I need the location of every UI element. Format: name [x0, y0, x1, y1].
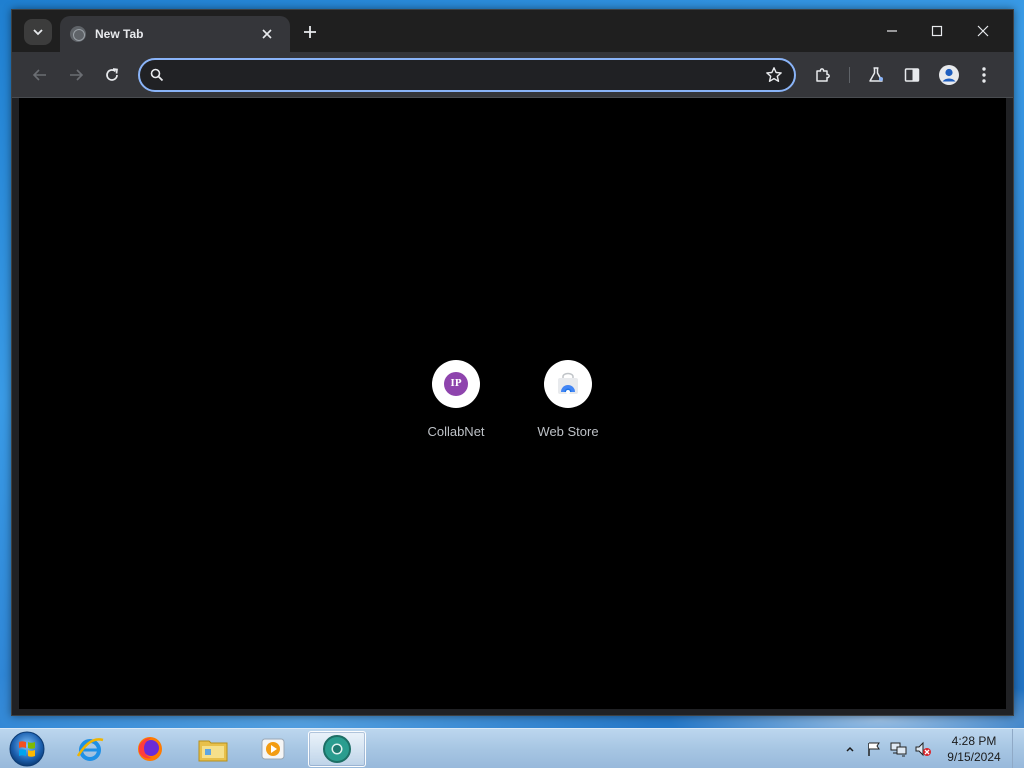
tray-expand-button[interactable] — [845, 739, 855, 759]
menu-button[interactable] — [972, 63, 996, 87]
minimize-button[interactable] — [870, 16, 914, 46]
extensions-button[interactable] — [811, 63, 835, 87]
clock-time: 4:28 PM — [951, 734, 997, 748]
more-vertical-icon — [982, 67, 986, 83]
show-desktop-button[interactable] — [1012, 729, 1024, 768]
shortcut-label: CollabNet — [427, 424, 485, 439]
side-panel-icon — [904, 68, 920, 82]
network-icon[interactable] — [890, 739, 908, 759]
title-bar: New Tab — [12, 10, 1013, 52]
bookmark-star-button[interactable] — [765, 66, 783, 84]
volume-muted-icon[interactable] — [914, 739, 932, 759]
side-panel-button[interactable] — [900, 63, 924, 87]
shortcut-collabnet[interactable]: IP CollabNet — [412, 360, 500, 439]
arrow-left-icon — [32, 69, 46, 81]
minimize-icon — [887, 30, 897, 32]
globe-icon — [70, 26, 86, 42]
close-icon — [262, 29, 272, 39]
search-icon — [150, 68, 164, 82]
new-tab-page: IP CollabNet Web Store — [19, 98, 1006, 709]
star-icon — [766, 67, 782, 82]
flask-icon — [869, 67, 883, 82]
plus-icon — [304, 26, 316, 38]
tab-title: New Tab — [95, 27, 144, 41]
close-window-button[interactable] — [961, 16, 1005, 46]
action-center-icon[interactable] — [866, 739, 882, 759]
windows-logo-icon — [9, 731, 45, 767]
arrow-right-icon — [70, 69, 84, 81]
back-button[interactable] — [28, 63, 52, 87]
tab-close-button[interactable] — [262, 29, 280, 39]
address-input[interactable] — [172, 64, 752, 86]
puzzle-icon — [816, 68, 830, 82]
internet-explorer-icon[interactable] — [62, 731, 118, 767]
browser-window: New Tab IP CollabNet Web Store — [11, 9, 1014, 716]
taskbar: 4:28 PM 9/15/2024 — [0, 728, 1024, 768]
shortcut-web-store[interactable]: Web Store — [524, 360, 612, 439]
browser-toolbar — [12, 52, 1013, 98]
chrome-icon[interactable] — [308, 731, 366, 767]
system-clock[interactable]: 4:28 PM 9/15/2024 — [940, 733, 1008, 765]
chevron-up-icon — [846, 746, 854, 752]
maximize-button[interactable] — [915, 16, 959, 46]
web-store-icon — [558, 372, 578, 394]
forward-button[interactable] — [64, 63, 88, 87]
new-tab-button[interactable] — [298, 20, 322, 44]
start-button[interactable] — [7, 730, 47, 768]
reload-button[interactable] — [100, 63, 124, 87]
shortcut-tile — [544, 360, 592, 408]
profile-button[interactable] — [937, 63, 961, 87]
toolbar-separator — [849, 67, 850, 83]
firefox-icon[interactable] — [122, 731, 178, 767]
media-player-icon[interactable] — [245, 731, 301, 767]
labs-button[interactable] — [864, 63, 888, 87]
reload-icon — [106, 68, 118, 81]
file-explorer-icon[interactable] — [185, 731, 241, 767]
avatar-icon — [939, 65, 959, 85]
chevron-down-icon — [33, 29, 43, 36]
shortcut-label: Web Store — [537, 424, 599, 439]
collabnet-icon: IP — [444, 372, 468, 396]
tab-search-button[interactable] — [24, 19, 52, 45]
close-icon — [977, 25, 989, 37]
shortcut-tile: IP — [432, 360, 480, 408]
tab-new-tab[interactable]: New Tab — [60, 16, 290, 52]
maximize-icon — [931, 25, 943, 37]
address-bar[interactable] — [138, 58, 796, 92]
clock-date: 9/15/2024 — [947, 750, 1001, 764]
